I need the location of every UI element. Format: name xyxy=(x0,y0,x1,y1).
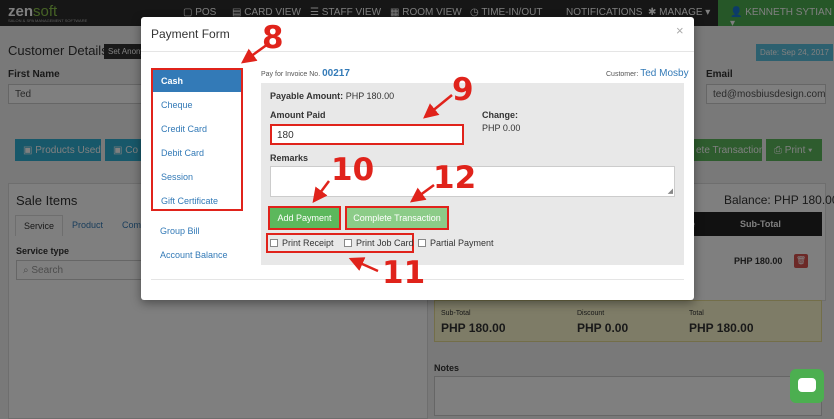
arrow-12 xyxy=(409,183,435,203)
arrow-11 xyxy=(348,257,379,273)
arrow-9 xyxy=(423,94,453,119)
chat-icon xyxy=(798,378,816,392)
chat-widget-button[interactable] xyxy=(790,369,824,403)
annotation-arrows xyxy=(240,42,453,273)
arrow-10 xyxy=(312,180,330,203)
arrow-8 xyxy=(240,42,269,64)
